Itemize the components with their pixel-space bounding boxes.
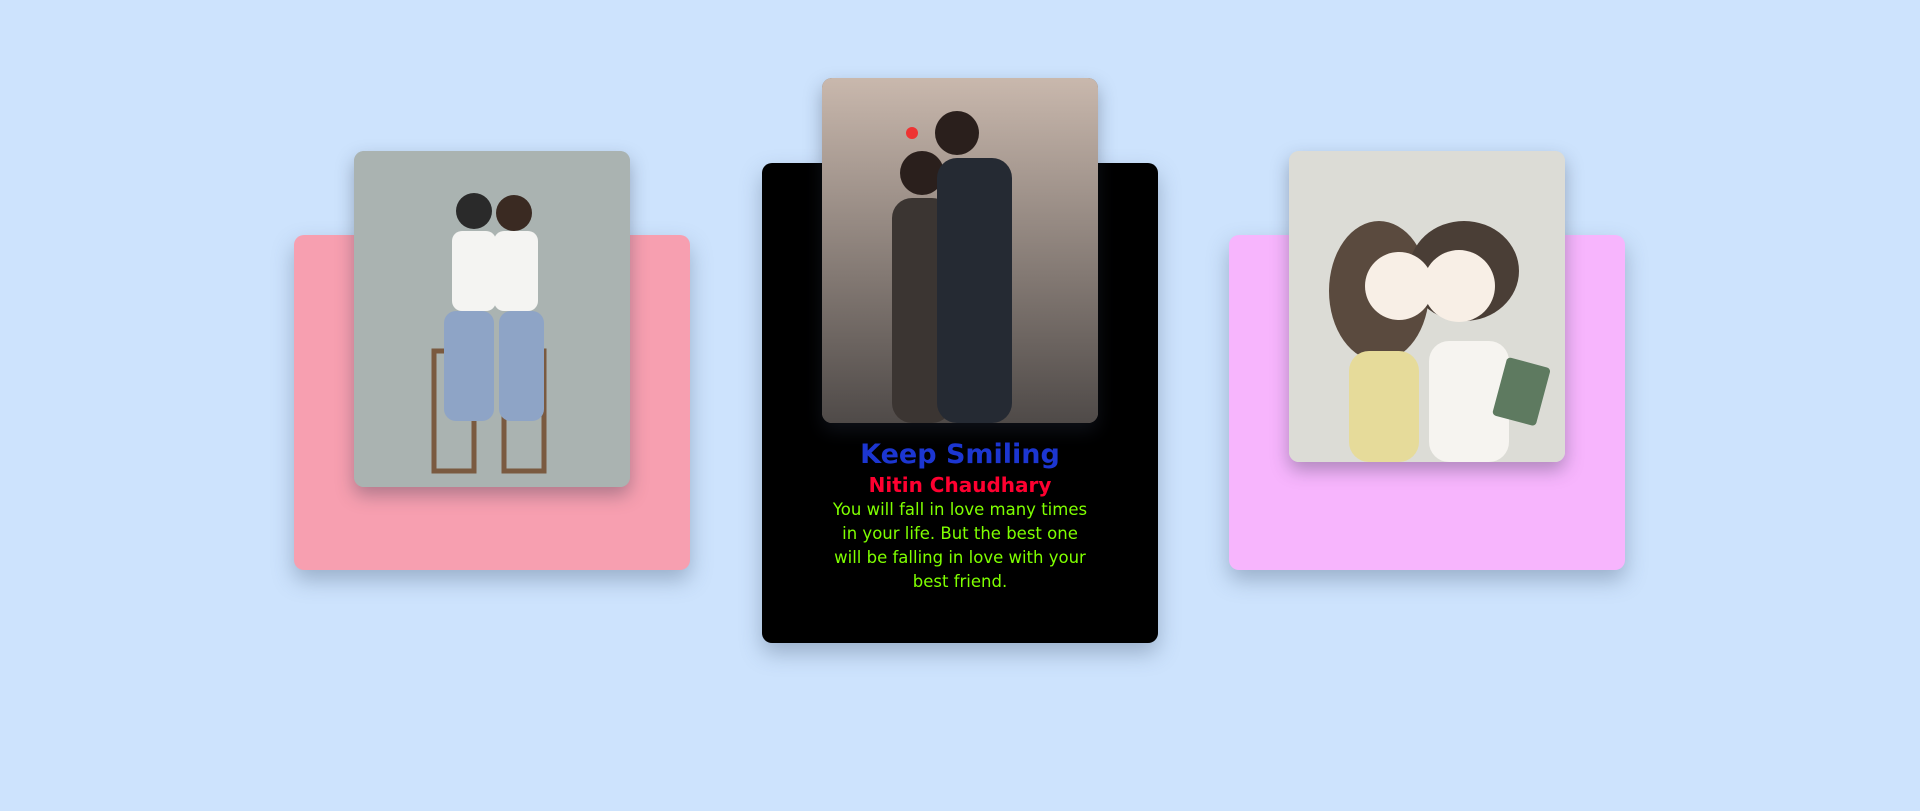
card-title: Keep Smiling [860,439,1060,470]
card-content: Keep Smiling Nitin Chaudhary You will fa… [762,438,1158,594]
author-name: Nitin Chaudhary [868,473,1052,497]
couple-illustration-image [354,151,630,487]
quote-text: You will fall in love many times in your… [832,500,1088,591]
cartoon-couple-image [1289,151,1565,462]
couple-photo-image [822,78,1098,423]
